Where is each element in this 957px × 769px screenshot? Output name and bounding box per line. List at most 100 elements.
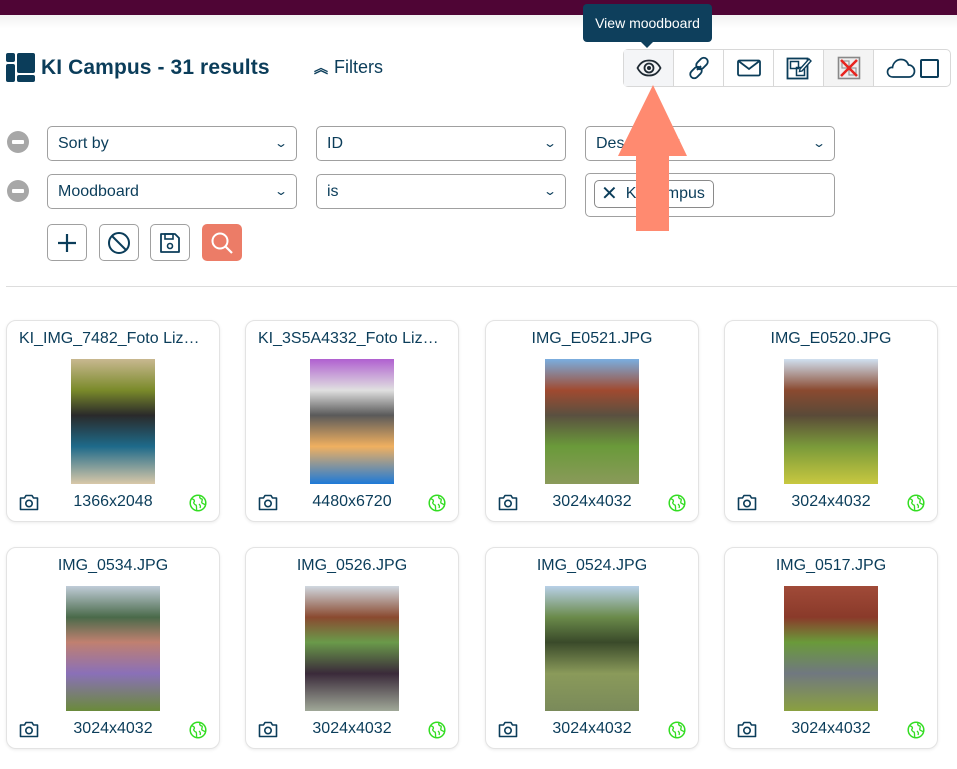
header-shadow: [0, 15, 957, 29]
chevron-down-icon: ⌄: [273, 136, 289, 150]
globe-icon: [668, 494, 686, 512]
filter-operator-select[interactable]: is ⌄: [316, 174, 566, 209]
filters-toggle[interactable]: ︽ Filters: [314, 57, 383, 78]
brand-bar: [0, 0, 957, 15]
result-card[interactable]: KI_3S5A4332_Foto Lizavet... 4480x6720: [245, 320, 459, 522]
filter-field-select[interactable]: Moodboard ⌄: [47, 174, 297, 209]
result-title[interactable]: KI_3S5A4332_Foto Lizavet...: [246, 330, 458, 348]
result-card[interactable]: IMG_0534.JPG 3024x4032: [6, 547, 220, 749]
select-checkbox[interactable]: [919, 58, 939, 78]
result-title[interactable]: IMG_0517.JPG: [725, 557, 937, 575]
result-thumbnail[interactable]: [784, 359, 878, 484]
result-card[interactable]: IMG_E0520.JPG 3024x4032: [724, 320, 938, 522]
search-button[interactable]: [202, 224, 242, 261]
result-thumbnail[interactable]: [545, 359, 639, 484]
filter-field-value: Sort by: [58, 134, 109, 152]
plus-icon: [58, 233, 76, 252]
result-footer: 3024x4032: [246, 720, 458, 740]
result-footer: 4480x6720: [246, 493, 458, 513]
result-footer: 3024x4032: [7, 720, 219, 740]
result-card[interactable]: IMG_E0521.JPG 3024x4032: [485, 320, 699, 522]
globe-icon: [907, 721, 925, 739]
chevron-down-icon: ⌄: [542, 136, 558, 150]
remove-moodboard-button[interactable]: [824, 50, 874, 86]
remove-filter-button[interactable]: [7, 180, 29, 202]
result-dimensions: 3024x4032: [791, 720, 871, 737]
clear-filters-button[interactable]: [99, 224, 139, 261]
tag-label: KI Campus: [625, 185, 705, 202]
filter-operator-select[interactable]: ID ⌄: [316, 126, 566, 161]
chevron-down-icon: ⌄: [542, 184, 558, 198]
share-link-button[interactable]: [674, 50, 724, 86]
result-thumbnail[interactable]: [310, 359, 394, 484]
link-icon: [688, 56, 709, 80]
filter-tag-input[interactable]: ✕ KI Campus: [585, 173, 835, 217]
result-dimensions: 1366x2048: [73, 493, 153, 510]
email-button[interactable]: [724, 50, 774, 86]
filter-operator-value: ID: [327, 134, 343, 152]
result-title[interactable]: IMG_0526.JPG: [246, 557, 458, 575]
search-icon: [211, 232, 233, 254]
globe-icon: [189, 494, 207, 512]
globe-icon: [428, 494, 446, 512]
result-card[interactable]: IMG_0517.JPG 3024x4032: [724, 547, 938, 749]
globe-icon: [668, 721, 686, 739]
result-title[interactable]: KI_IMG_7482_Foto Lizavet...: [7, 330, 219, 348]
filter-field-value: Moodboard: [58, 182, 139, 200]
tooltip: View moodboard: [583, 4, 712, 48]
chevron-double-up-icon: ︽: [314, 59, 328, 76]
result-thumbnail[interactable]: [545, 586, 639, 711]
edit-moodboard-button[interactable]: [774, 50, 824, 86]
globe-icon: [428, 721, 446, 739]
result-dimensions: 3024x4032: [312, 720, 392, 737]
delete-image-icon: [837, 56, 860, 80]
moodboard-logo-icon: [6, 53, 35, 82]
save-filter-button[interactable]: [150, 224, 190, 261]
globe-icon: [907, 494, 925, 512]
add-filter-button[interactable]: [47, 224, 87, 261]
cloud-select-button[interactable]: [874, 50, 950, 86]
result-title[interactable]: IMG_E0520.JPG: [725, 330, 937, 348]
result-title[interactable]: IMG_E0521.JPG: [486, 330, 698, 348]
result-dimensions: 3024x4032: [552, 493, 632, 510]
filter-value-value: Descending: [596, 134, 681, 152]
result-footer: 3024x4032: [725, 720, 937, 740]
title-row: KI Campus - 31 results: [6, 53, 270, 82]
chevron-down-icon: ⌄: [811, 136, 827, 150]
remove-filter-button[interactable]: [7, 131, 29, 153]
filter-field-select[interactable]: Sort by ⌄: [47, 126, 297, 161]
filter-operator-value: is: [327, 182, 339, 200]
envelope-icon: [736, 59, 761, 77]
view-moodboard-button[interactable]: [624, 50, 674, 86]
result-thumbnail[interactable]: [305, 586, 399, 711]
moodboard-tag: ✕ KI Campus: [594, 180, 714, 208]
result-footer: 3024x4032: [486, 720, 698, 740]
eye-icon: [635, 59, 662, 77]
result-thumbnail[interactable]: [71, 359, 155, 484]
result-dimensions: 4480x6720: [312, 493, 392, 510]
result-card[interactable]: IMG_0526.JPG 3024x4032: [245, 547, 459, 749]
moodboard-toolbar: [623, 49, 951, 87]
result-thumbnail[interactable]: [784, 586, 878, 711]
page-title: KI Campus - 31 results: [41, 55, 270, 79]
result-card[interactable]: KI_IMG_7482_Foto Lizavet... 1366x2048: [6, 320, 220, 522]
filters-toggle-label: Filters: [334, 57, 383, 77]
result-footer: 3024x4032: [725, 493, 937, 513]
floppy-disk-icon: [160, 232, 180, 253]
remove-tag-icon[interactable]: ✕: [601, 184, 618, 204]
edit-image-icon: [786, 57, 812, 80]
chevron-down-icon: ⌄: [273, 184, 289, 198]
ban-icon: [108, 231, 130, 254]
result-dimensions: 3024x4032: [73, 720, 153, 737]
result-footer: 1366x2048: [7, 493, 219, 513]
cloud-icon: [886, 58, 915, 78]
result-dimensions: 3024x4032: [791, 493, 871, 510]
globe-icon: [189, 721, 207, 739]
result-dimensions: 3024x4032: [552, 720, 632, 737]
result-title[interactable]: IMG_0534.JPG: [7, 557, 219, 575]
result-footer: 3024x4032: [486, 493, 698, 513]
result-thumbnail[interactable]: [66, 586, 160, 711]
result-title[interactable]: IMG_0524.JPG: [486, 557, 698, 575]
filter-value-select[interactable]: Descending ⌄: [585, 126, 835, 161]
result-card[interactable]: IMG_0524.JPG 3024x4032: [485, 547, 699, 749]
